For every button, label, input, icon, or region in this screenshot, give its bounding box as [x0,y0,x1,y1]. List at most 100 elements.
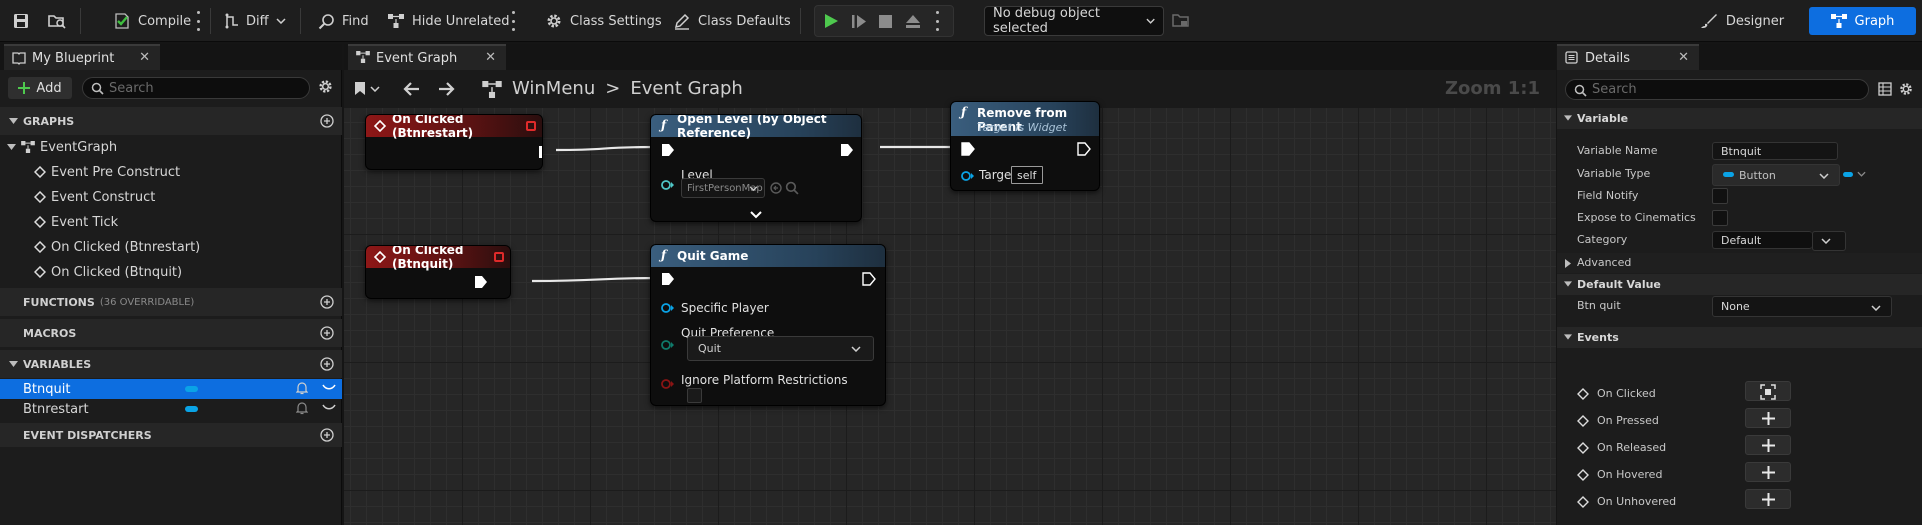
eye-closed-icon[interactable] [322,384,336,392]
event-dispatchers-section-header[interactable]: EVENT DISPATCHERS [0,423,342,447]
close-icon[interactable]: ✕ [139,50,150,65]
open-level-node[interactable]: ƒ Open Level (by Object Reference) Level… [650,114,862,222]
play-icon[interactable] [823,13,839,29]
tree-item-event[interactable]: On Clicked (Btnrestart) [34,237,200,257]
debug-object-dropdown[interactable]: No debug object selected [984,6,1164,36]
hide-unrelated-options-button[interactable] [511,11,515,31]
use-selected-icon[interactable] [769,181,783,195]
close-icon[interactable]: ✕ [485,50,496,65]
eye-closed-icon[interactable] [322,404,336,412]
tree-item-event[interactable]: Event Tick [34,212,118,232]
object-pin-icon[interactable] [961,170,975,182]
add-event-button[interactable] [1745,489,1791,509]
designer-mode-button[interactable]: Designer [1692,7,1792,35]
eject-icon[interactable] [905,14,921,29]
find-button[interactable]: Find [318,0,369,42]
exec-in-pin-icon[interactable] [661,143,675,157]
bell-icon[interactable] [296,402,308,415]
advanced-row[interactable]: Advanced [1557,253,1922,273]
tab-event-graph[interactable]: Event Graph ✕ [348,44,506,70]
debug-browse-icon[interactable] [1172,12,1190,28]
variable-row[interactable]: Btnrestart [0,399,342,419]
chevron-down-icon[interactable] [1857,171,1866,177]
diff-button[interactable]: Diff [225,0,286,42]
play-options-button[interactable] [935,11,939,31]
add-dispatcher-icon[interactable] [320,428,334,442]
graphs-section-header[interactable]: GRAPHS [0,107,342,135]
delegate-pin-icon[interactable] [494,252,504,262]
exec-out-pin-icon[interactable] [474,275,488,289]
quit-preference-dropdown[interactable]: Quit [687,336,874,361]
exec-out-pin-icon[interactable] [538,145,543,159]
view-event-button[interactable] [1745,381,1791,401]
category-dropdown-button[interactable] [1812,231,1846,251]
browse-button[interactable] [48,0,66,42]
class-defaults-button[interactable]: Class Defaults [673,0,791,42]
target-self-field[interactable]: self [1011,166,1043,184]
exec-out-pin-icon[interactable] [1077,142,1091,156]
compile-options-button[interactable] [196,11,200,31]
object-pin-icon[interactable] [661,179,675,191]
details-search-input[interactable]: Search [1565,79,1869,100]
event-node-btnquit[interactable]: On Clicked (Btnquit) [365,245,511,299]
add-function-icon[interactable] [320,295,334,309]
field-notify-checkbox[interactable] [1712,188,1728,204]
expose-cinematics-checkbox[interactable] [1712,210,1728,226]
variable-name-input[interactable]: Btnquit [1712,142,1838,160]
add-variable-icon[interactable] [320,357,334,371]
functions-section-header[interactable]: FUNCTIONS (36 OVERRIDABLE) [0,288,342,316]
add-event-button[interactable] [1745,462,1791,482]
expand-chevron-icon[interactable] [750,211,762,219]
variable-row-selected[interactable]: Btnquit [0,379,342,399]
delegate-pin-icon[interactable] [526,121,536,131]
default-value-section-header[interactable]: Default Value [1557,274,1922,295]
blueprint-search-input[interactable]: Search [82,77,310,99]
tree-item-event[interactable]: Event Pre Construct [34,162,180,182]
add-event-button[interactable] [1745,408,1791,428]
macros-section-header[interactable]: MACROS [0,319,342,347]
graph-canvas[interactable]: On Clicked (Btnrestart) ƒ Open Level (by… [344,101,1556,525]
add-macro-icon[interactable] [320,326,334,340]
remove-from-parent-node[interactable]: ƒ Remove from Parent Target is Widget Ta… [950,101,1100,191]
bookmark-icon[interactable] [354,81,366,96]
add-graph-icon[interactable] [320,114,334,128]
browse-search-icon[interactable] [785,181,799,195]
stop-icon[interactable] [879,15,892,28]
btn-quit-dropdown[interactable]: None [1712,296,1892,317]
settings-gear-icon[interactable] [317,78,334,95]
tree-item-event[interactable]: On Clicked (Btnquit) [34,262,182,282]
container-type-pin-icon[interactable] [1843,172,1853,177]
class-settings-button[interactable]: Class Settings [545,0,662,42]
variable-section-header[interactable]: Variable [1557,108,1922,129]
back-arrow-icon[interactable] [402,81,420,97]
variables-section-header[interactable]: VARIABLES [0,350,342,378]
add-button[interactable]: Add [8,77,72,99]
quit-game-node[interactable]: ƒ Quit Game Specific Player Quit Prefere… [650,244,886,406]
event-node-btnrestart[interactable]: On Clicked (Btnrestart) [365,114,543,170]
breadcrumb-root[interactable]: WinMenu [512,78,595,99]
exec-out-pin-icon[interactable] [840,143,854,157]
ignore-platform-checkbox[interactable] [687,388,702,403]
step-icon[interactable] [851,14,867,29]
bell-icon[interactable] [296,382,308,395]
variable-type-dropdown[interactable]: Button [1712,164,1840,186]
exec-in-pin-icon[interactable] [661,272,675,286]
table-view-icon[interactable] [1878,82,1892,96]
tab-details[interactable]: Details ✕ [1557,44,1699,70]
compile-button[interactable]: Compile [113,0,191,42]
settings-gear-icon[interactable] [1898,81,1914,97]
close-icon[interactable]: ✕ [1678,50,1689,65]
graph-mode-button[interactable]: Graph [1809,7,1916,35]
category-input[interactable]: Default [1712,231,1812,249]
tree-item-event-graph[interactable]: EventGraph [7,137,117,157]
save-button[interactable] [13,0,29,42]
bool-pin-icon[interactable] [661,378,675,390]
tab-my-blueprint[interactable]: My Blueprint ✕ [4,44,160,70]
hide-unrelated-button[interactable]: Hide Unrelated [387,0,510,42]
tree-item-event[interactable]: Event Construct [34,187,155,207]
events-section-header[interactable]: Events [1557,327,1922,348]
chevron-down-icon[interactable] [370,86,380,92]
forward-arrow-icon[interactable] [438,81,456,97]
exec-out-pin-icon[interactable] [862,272,876,286]
add-event-button[interactable] [1745,435,1791,455]
